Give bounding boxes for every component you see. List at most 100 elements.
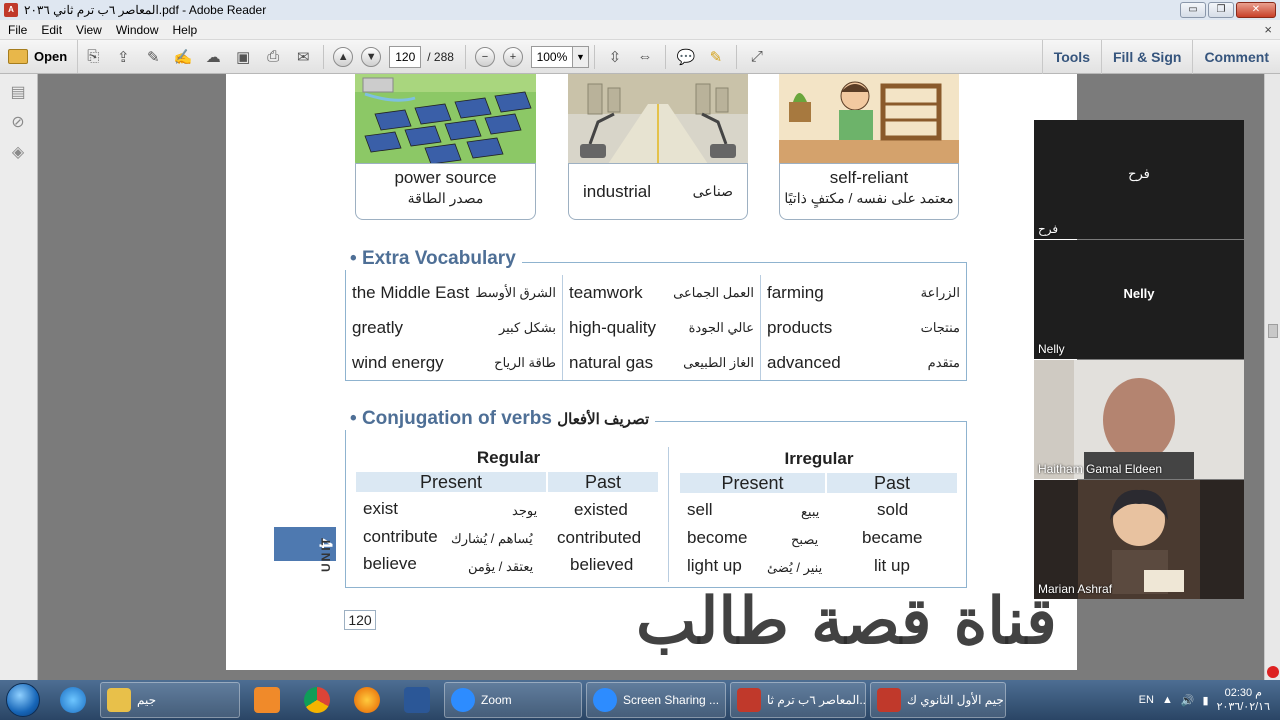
vocab-cell: wind energy طاقة الرياح <box>346 345 563 380</box>
menu-file[interactable]: File <box>8 23 27 37</box>
fit-page-icon[interactable]: ⇳ <box>604 46 626 68</box>
fill-sign-button[interactable]: Fill & Sign <box>1100 40 1192 74</box>
taskbar-item-label: جيم الأول الثانوي ك... <box>907 693 1005 707</box>
minimize-button[interactable]: ▭ <box>1180 2 1206 18</box>
conjugation-heading: • Conjugation of verbs تصريف الأفعال <box>344 408 656 430</box>
sign-icon[interactable]: ✍ <box>172 46 194 68</box>
network-icon[interactable]: ▮ <box>1203 694 1209 707</box>
vocab-cell: products منتجات <box>761 310 966 345</box>
chrome-icon[interactable] <box>294 682 340 718</box>
comment-icon[interactable]: 💬 <box>675 46 697 68</box>
menu-help[interactable]: Help <box>173 23 198 37</box>
close-document-icon[interactable]: × <box>1264 22 1272 37</box>
taskbar-item-screen-sharing[interactable]: Screen Sharing ... <box>586 682 726 718</box>
vocab-cell: advanced متقدم <box>761 345 966 380</box>
factory-robots-illustration <box>568 74 748 164</box>
vocab-cell: high-quality عالي الجودة <box>563 310 761 345</box>
tray-arrow-icon[interactable]: ▲ <box>1162 694 1173 706</box>
cloud-upload-icon[interactable]: ☁ <box>202 46 224 68</box>
fit-width-icon[interactable]: ⇔ <box>634 46 656 68</box>
verb-present: sell <box>687 500 713 519</box>
window-controls: ▭ ❐ ✕ <box>1180 2 1276 18</box>
toolbar-divider <box>664 44 666 69</box>
participant-video[interactable]: فرح فرح <box>1034 120 1244 239</box>
print-icon[interactable]: ⎙ <box>262 46 284 68</box>
volume-icon[interactable]: 🔊 <box>1181 694 1195 707</box>
pdf-app-icon: A <box>4 3 18 17</box>
vocab-cell: the Middle East الشرق الأوسط <box>346 275 563 310</box>
extra-vocabulary-table: the Middle East الشرق الأوسط teamwork العم… <box>345 262 967 381</box>
participant-center-name: Nelly <box>1123 286 1155 301</box>
regular-heading: Regular <box>476 448 541 467</box>
card-arabic: صناعى <box>692 183 733 199</box>
internet-explorer-icon[interactable] <box>50 682 96 718</box>
zoom-value: 100% <box>536 49 568 64</box>
export-pdf-icon[interactable]: ⇪ <box>112 46 134 68</box>
next-page-button[interactable]: ▼ <box>361 46 382 67</box>
page-number-input[interactable]: 120 <box>389 45 422 68</box>
menu-edit[interactable]: Edit <box>41 23 62 37</box>
close-button[interactable]: ✕ <box>1236 2 1276 18</box>
irregular-past-label: Past <box>827 473 957 493</box>
taskbar-item-folder[interactable]: جيم <box>100 682 240 718</box>
language-indicator[interactable]: EN <box>1139 694 1154 706</box>
attachments-icon[interactable]: ⊘ <box>7 112 29 134</box>
self-reliant-illustration <box>779 74 959 164</box>
open-button[interactable]: Open <box>0 40 79 73</box>
highlight-icon[interactable]: ✎ <box>705 46 727 68</box>
zoom-select[interactable]: 100% ▼ <box>530 45 589 68</box>
verb-arabic: يُساهم / يُشارك <box>451 531 533 546</box>
verb-past: sold <box>877 500 909 519</box>
verb-present: contribute <box>363 527 438 546</box>
channel-watermark: قناة قصة طالب <box>636 584 1057 659</box>
taskbar-item-label: جيم <box>137 693 157 707</box>
vocab-english: wind energy <box>352 352 444 372</box>
section-title: Extra Vocabulary <box>361 248 516 269</box>
verb-past: became <box>862 528 923 547</box>
menu-bar: File Edit View Window Help × <box>0 20 1280 40</box>
vocab-arabic: الزراعة <box>920 284 960 300</box>
participant-video[interactable]: Marian Ashraf <box>1034 480 1244 599</box>
save-icon[interactable]: ▣ <box>232 46 254 68</box>
vocab-arabic: الغاز الطبيعى <box>683 354 754 370</box>
clock[interactable]: م 02:30 ٢٠٣٦/٠٢/١٦ <box>1217 686 1270 714</box>
taskbar-item-zoom[interactable]: Zoom <box>444 682 582 718</box>
tools-button[interactable]: Tools <box>1041 40 1101 74</box>
restore-button[interactable]: ❐ <box>1208 2 1234 18</box>
scrollbar-thumb[interactable] <box>1268 324 1278 338</box>
taskbar-item-pdf-2[interactable]: جيم الأول الثانوي ك... <box>870 682 1006 718</box>
toolbar-divider <box>735 44 737 69</box>
taskbar-item-pdf-1[interactable]: المعاصر ٦ب ترم ثا... <box>730 682 866 718</box>
participant-video[interactable]: Nelly Nelly <box>1034 240 1244 359</box>
participant-video[interactable]: Haitham Gamal Eldeen <box>1034 360 1244 479</box>
media-player-icon[interactable] <box>244 682 290 718</box>
menu-window[interactable]: Window <box>116 23 159 37</box>
participant-center-name: فرح <box>1128 166 1150 181</box>
participant-name: Marian Ashraf <box>1038 582 1113 596</box>
word-icon[interactable] <box>394 682 440 718</box>
zoom-icon <box>451 688 475 712</box>
page-thumbnails-icon[interactable]: ▤ <box>7 82 29 104</box>
start-button[interactable] <box>6 683 40 717</box>
full-screen-icon[interactable]: ⤢ <box>746 46 768 68</box>
zoom-in-button[interactable]: + <box>502 46 523 67</box>
toolbar: Open ⎘ ⇪ ✎ ✍ ☁ ▣ ⎙ ✉ ▲ ▼ 120 / 288 − + 1… <box>0 40 1280 74</box>
solar-panels-illustration <box>355 74 536 164</box>
zoom-out-button[interactable]: − <box>474 46 495 67</box>
conjugation-divider <box>668 447 669 582</box>
comment-button[interactable]: Comment <box>1192 40 1280 74</box>
vocab-cell: natural gas الغاز الطبيعى <box>563 345 761 380</box>
email-icon[interactable]: ✉ <box>292 46 314 68</box>
firefox-icon[interactable] <box>344 682 390 718</box>
vertical-scrollbar[interactable] <box>1264 74 1280 680</box>
layers-icon[interactable]: ◈ <box>7 142 29 164</box>
vocab-english: products <box>767 317 833 337</box>
participant-name: Nelly <box>1038 342 1065 356</box>
card-english: self-reliant <box>829 168 909 187</box>
create-pdf-icon[interactable]: ⎘ <box>82 46 104 68</box>
previous-page-button[interactable]: ▲ <box>333 46 354 67</box>
edit-pdf-icon[interactable]: ✎ <box>142 46 164 68</box>
clock-time: م 02:30 <box>1224 687 1262 699</box>
verb-arabic: يوجد <box>512 503 538 518</box>
menu-view[interactable]: View <box>76 23 102 37</box>
